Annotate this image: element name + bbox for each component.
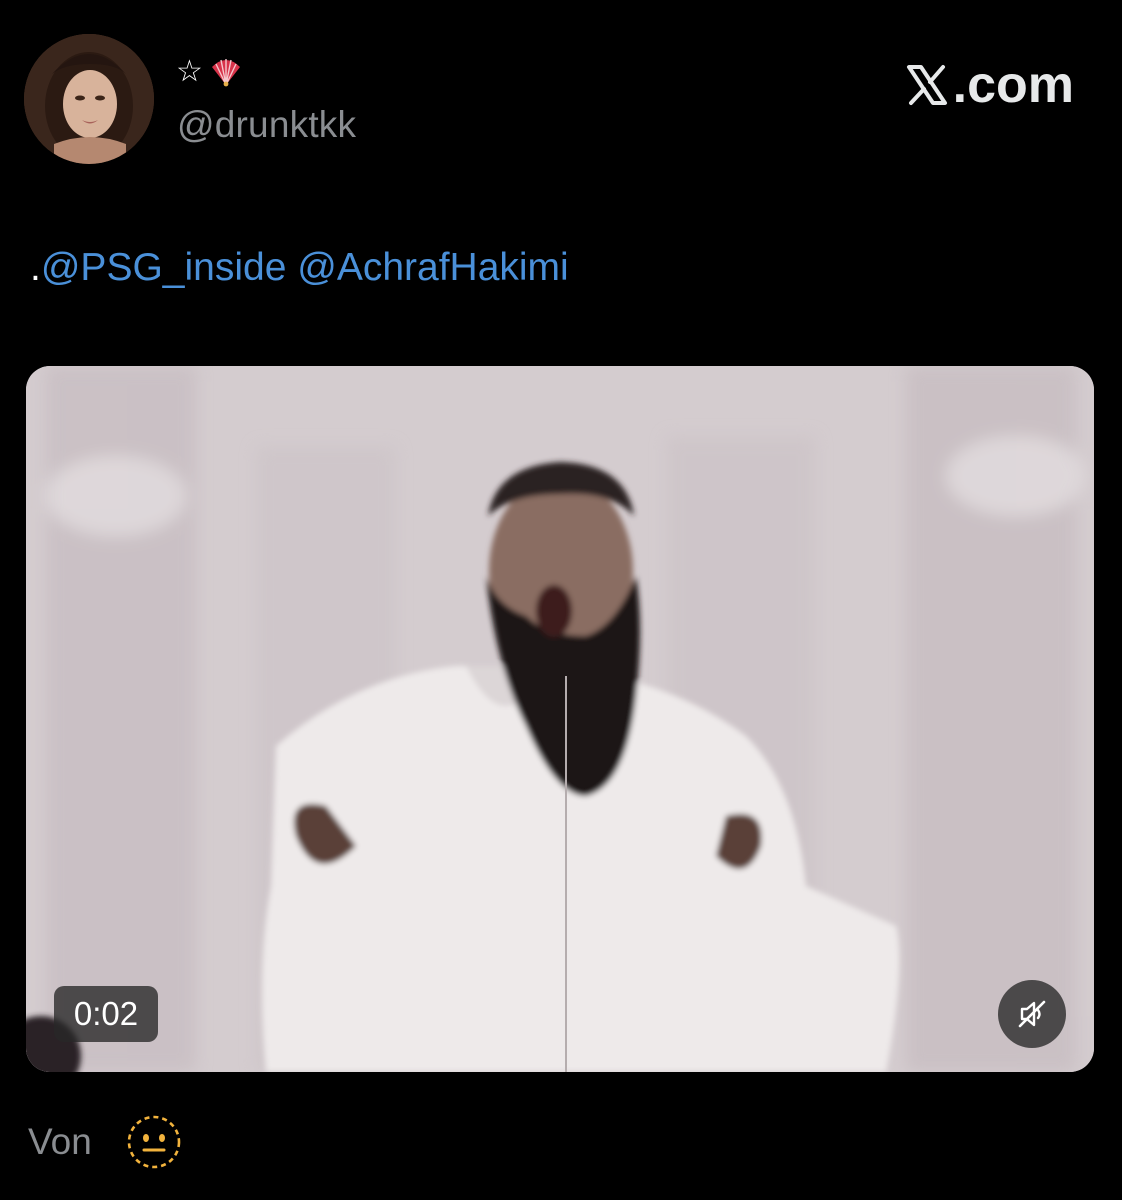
dotted-neutral-face-icon [127, 1115, 181, 1169]
user-handle[interactable]: @drunktkk [177, 104, 356, 146]
video-frame [26, 366, 1094, 1072]
x-logo-icon [906, 65, 947, 105]
site-brand: .com [905, 56, 1074, 114]
footer-label: Von [28, 1121, 92, 1162]
tweet-text: .@PSG_inside @AchrafHakimi [30, 246, 569, 290]
avatar[interactable] [24, 34, 154, 164]
speaker-muted-icon [1018, 1000, 1046, 1028]
tweet-prefix: . [30, 246, 41, 289]
video-player[interactable]: 0:02 [26, 366, 1094, 1072]
mention-link[interactable]: @PSG_inside [41, 246, 287, 289]
footer: Von [28, 1115, 182, 1169]
star-outline-icon: ☆ [176, 55, 203, 88]
avatar-image [24, 34, 154, 164]
brand-domain: .com [952, 56, 1074, 114]
display-name: ☆ [176, 52, 243, 92]
folding-fan-icon [211, 59, 240, 87]
mute-toggle-button[interactable] [998, 980, 1066, 1048]
mention-link[interactable]: @AchrafHakimi [297, 246, 568, 289]
video-time-badge: 0:02 [54, 986, 158, 1042]
